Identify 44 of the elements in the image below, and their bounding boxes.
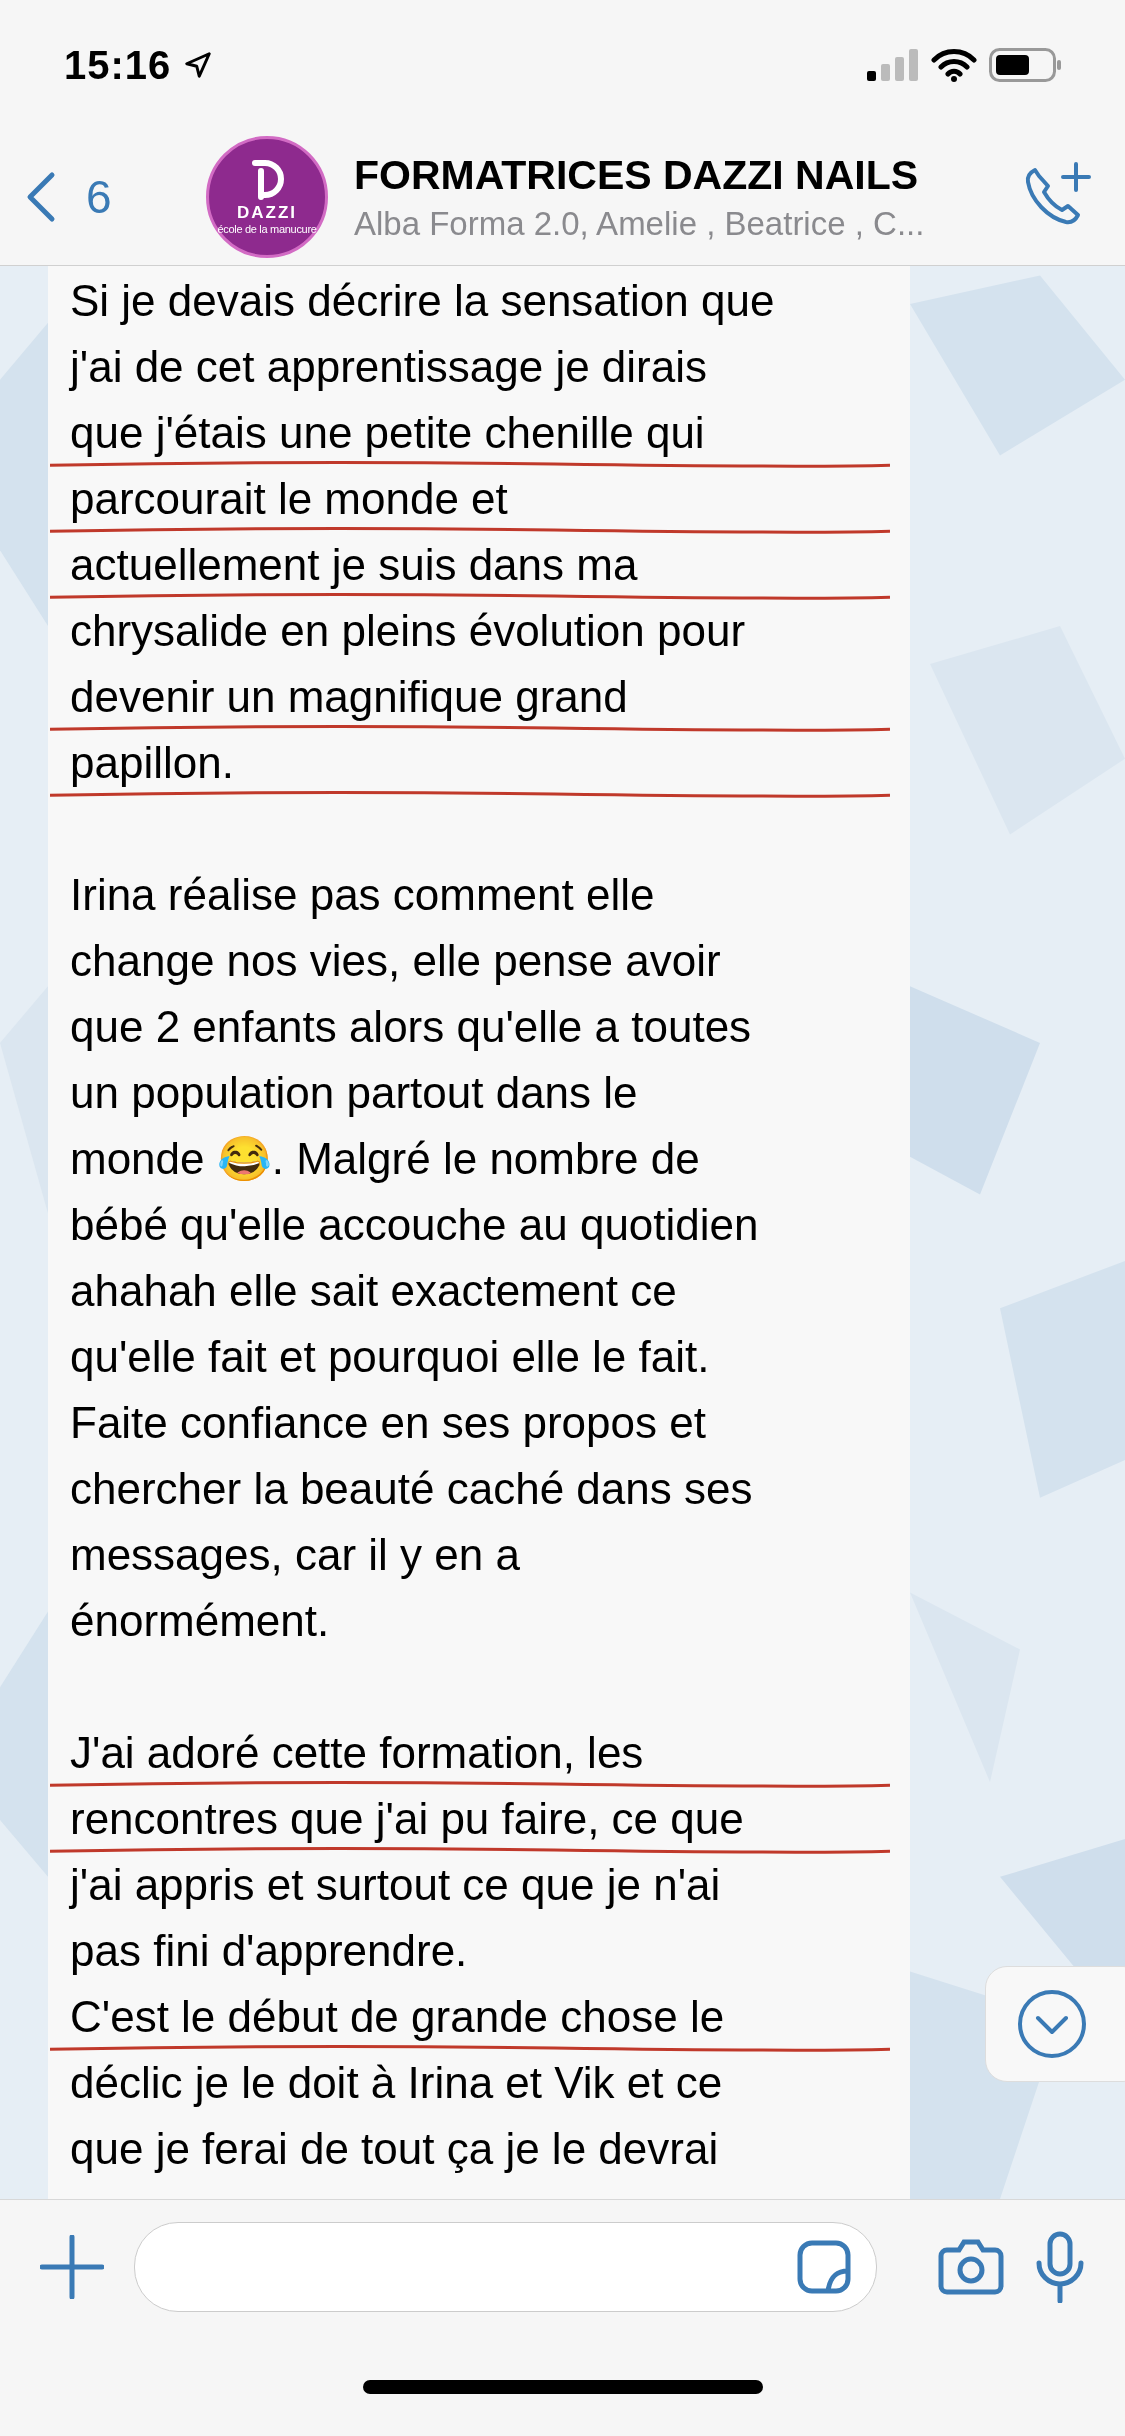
message-line: rencontres que j'ai pu faire, ce que [70,1794,744,1843]
scroll-down-button[interactable] [985,1966,1125,2082]
message-line: un population partout dans le [70,1068,638,1117]
message-line: C'est le début de grande chose le [70,1992,725,2041]
message-line: devenir un magnifique grand [70,672,628,721]
avatar-logo-text: DAZZI [236,203,297,223]
message-line: chrysalide en pleins évolution pour [70,606,746,655]
message-line: que j'étais une petite chenille qui [70,408,705,457]
message-line: monde 😂. Malgré le nombre de [70,1134,700,1183]
chat-members: Alba Forma 2.0, Amelie , Beatrice , C... [354,204,926,243]
message-line: Si je devais décrire la sensation que [70,276,775,325]
message-line: qu'elle fait et pourquoi elle le fait. [70,1332,710,1381]
microphone-icon[interactable] [1035,2231,1085,2303]
message-line: j'ai appris et surtout ce que je n'ai [70,1860,721,1909]
camera-icon[interactable] [937,2238,1005,2296]
message-line: énormément. [70,1596,330,1645]
status-time: 15:16 [64,42,172,88]
message-line: messages, car il y en a [70,1530,520,1579]
message-line: J'ai adoré cette formation, les [70,1728,644,1777]
message-line: actuellement je suis dans ma [70,540,638,589]
message-line: bébé qu'elle accouche au quotidien [70,1200,759,1249]
message-line: pas fini d'apprendre. [70,1926,468,1975]
message-line: que je ferai de tout ça je le devrai [70,2124,719,2173]
message-line: que 2 enfants alors qu'elle a toutes [70,1002,752,1051]
sticker-icon[interactable] [796,2239,852,2295]
avatar-tagline: école de la manucure [217,223,317,235]
message-line: Irina réalise pas comment elle [70,870,655,919]
location-arrow-icon [183,50,214,80]
message-line: chercher la beauté caché dans ses [70,1464,753,1513]
battery-icon [989,48,1063,82]
chat-title[interactable]: FORMATRICES DAZZI NAILS [354,151,1021,199]
plus-icon[interactable] [40,2235,104,2299]
chevron-down-icon [1016,1988,1088,2060]
wifi-icon [931,48,977,82]
message-line: papillon. [70,738,234,787]
message-line: j'ai de cet apprentissage je dirais [70,342,707,391]
signal-icon [867,49,919,81]
message-line: parcourait le monde et [70,474,508,523]
message-line: change nos vies, elle pense avoir [70,936,721,985]
message-line: déclic je le doit à Irina et Vik et ce [70,2058,723,2107]
back-button[interactable]: 6 [24,170,184,224]
message-line: ahahah elle sait exactement ce [70,1266,677,1315]
message-line: Faite confiance en ses propos et [70,1398,706,1447]
group-avatar[interactable]: DAZZI école de la manucure [206,136,328,258]
